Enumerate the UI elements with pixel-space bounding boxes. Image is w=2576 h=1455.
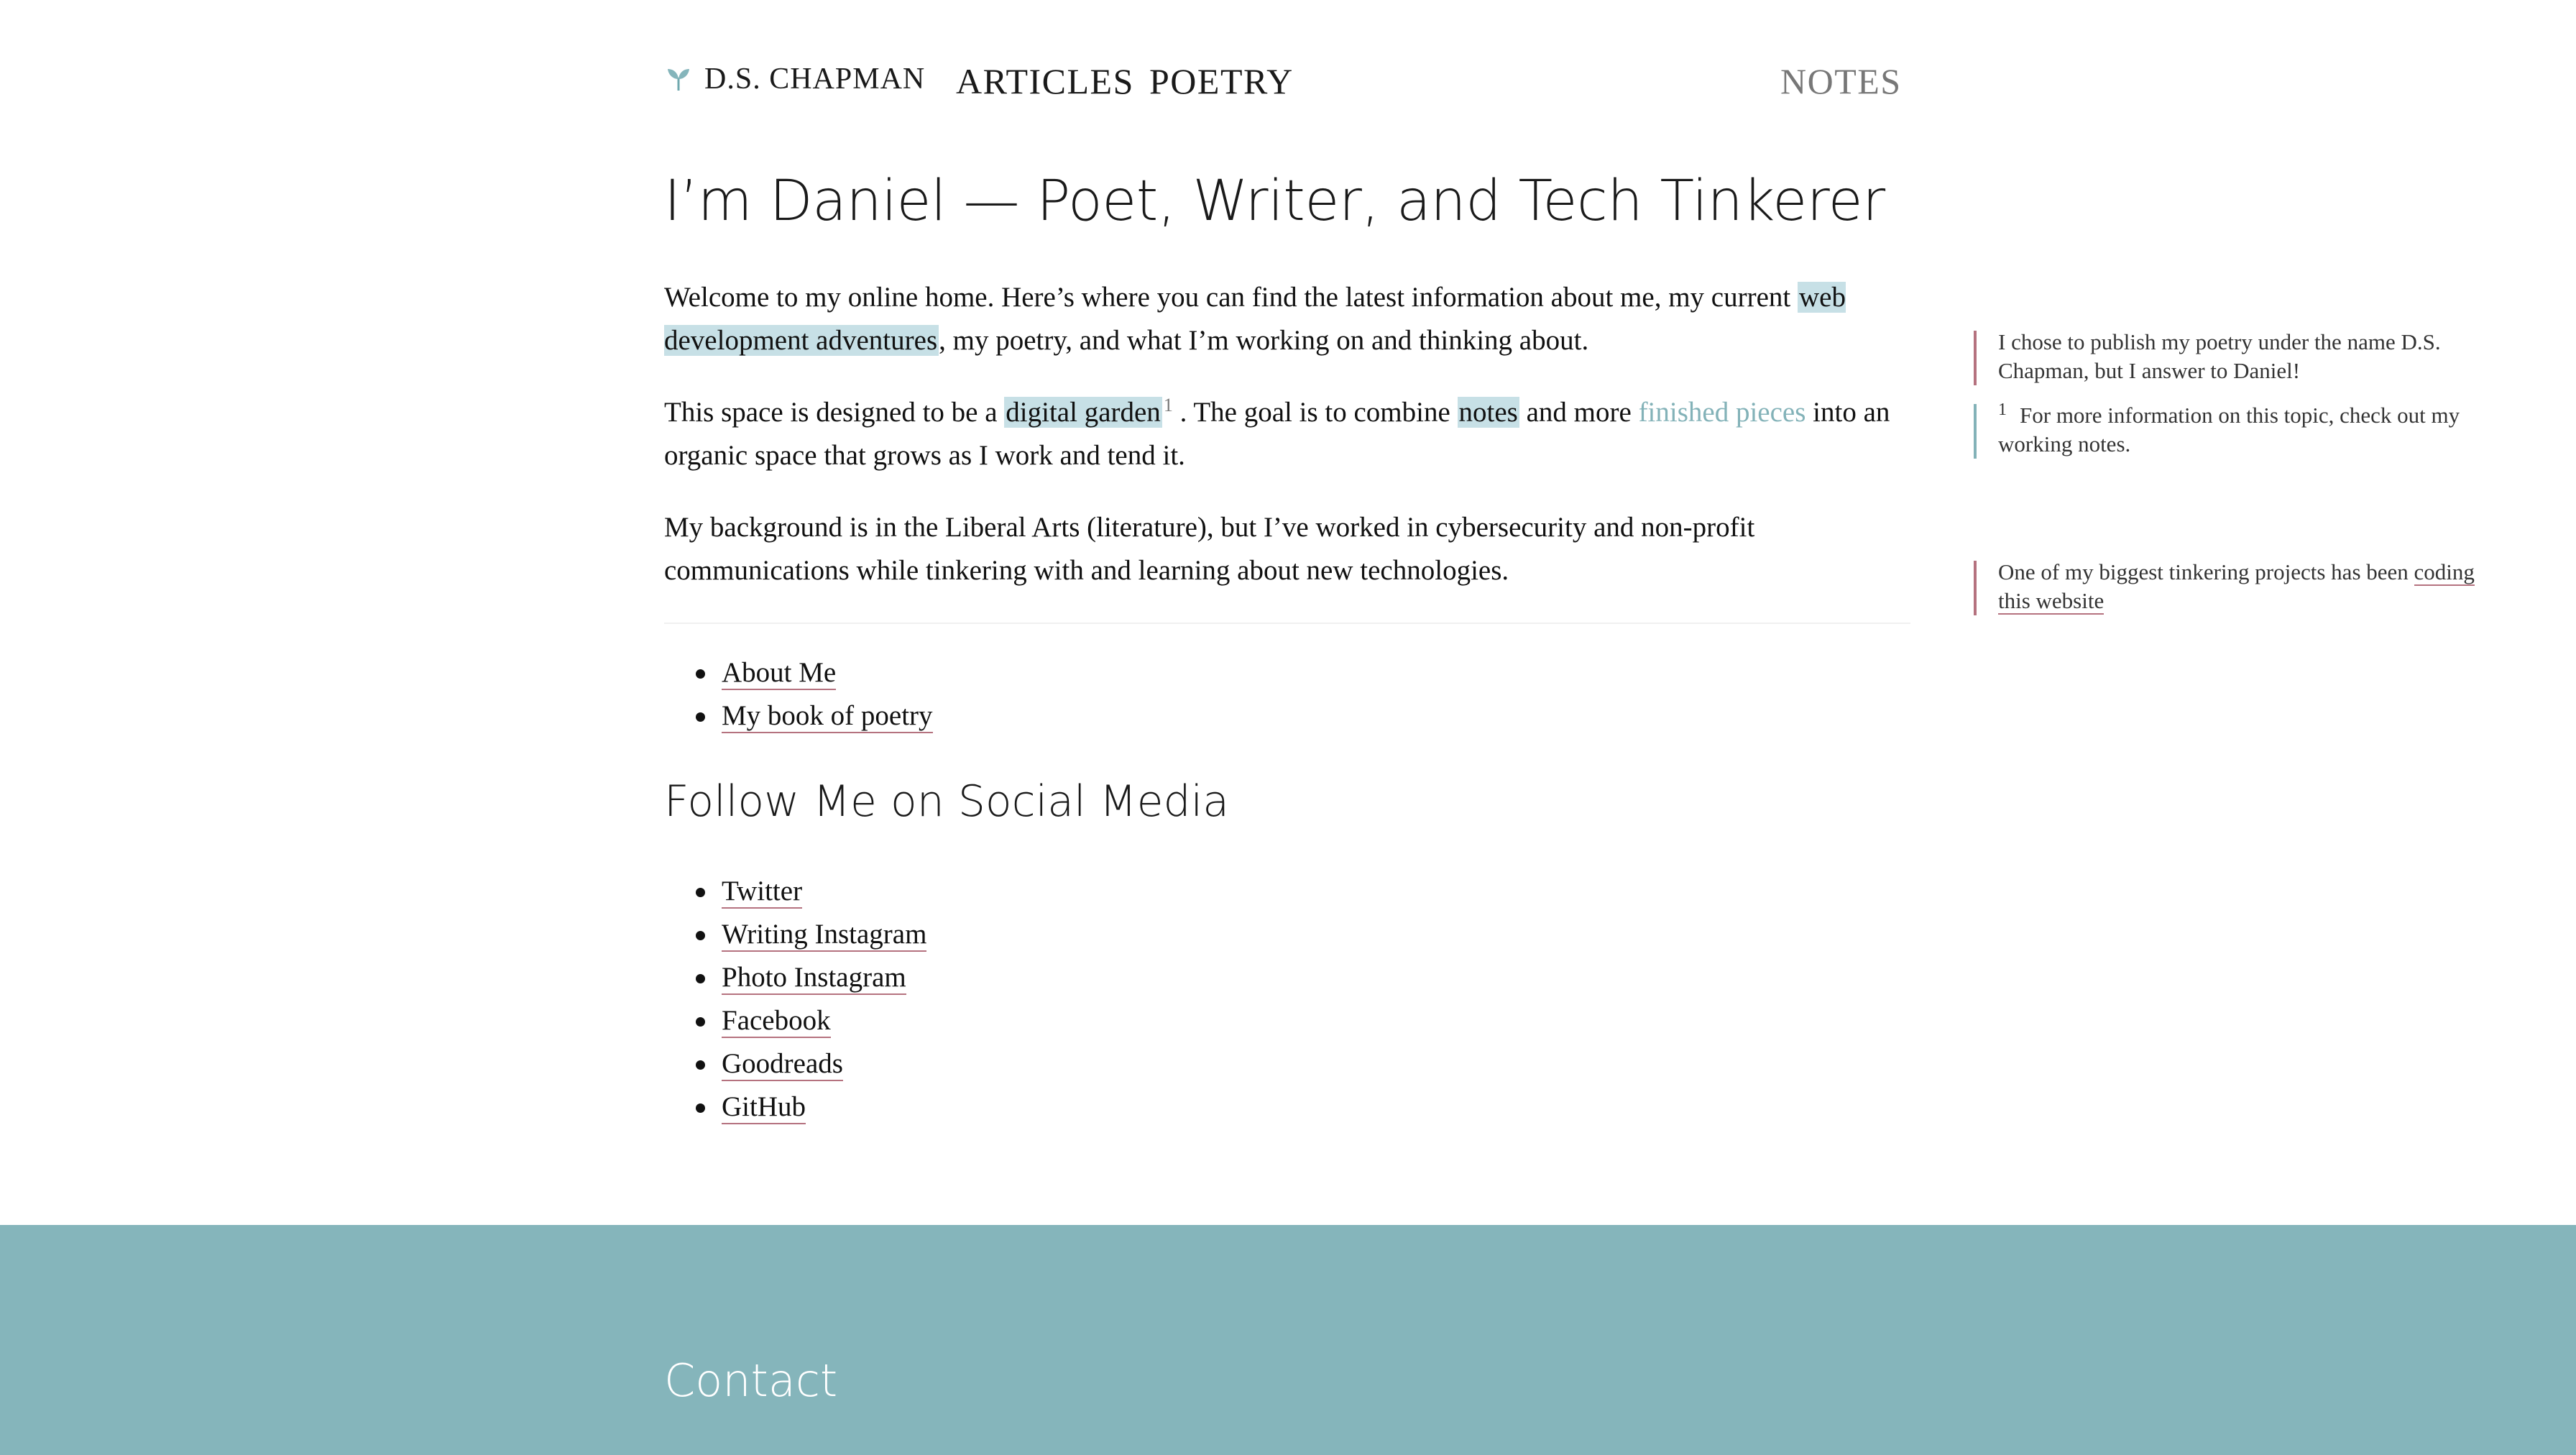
intro-text-a: Welcome to my online home. Here’s where … bbox=[664, 282, 1798, 313]
background-paragraph: My background is in the Liberal Arts (li… bbox=[664, 512, 1755, 586]
page-title: I’m Daniel — Poet, Writer, and Tech Tink… bbox=[664, 169, 1885, 234]
nav-notes[interactable]: NOTES bbox=[1780, 60, 1902, 102]
facebook-link[interactable]: Facebook bbox=[722, 1005, 831, 1038]
goodreads-link[interactable]: Goodreads bbox=[722, 1048, 843, 1081]
site-header: D.S. CHAPMAN ARTICLES POETRY NOTES bbox=[664, 58, 1900, 108]
social-links-list: Twitter Writing Instagram Photo Instagra… bbox=[695, 870, 927, 1129]
nav-articles[interactable]: ARTICLES bbox=[956, 60, 1134, 102]
writing-instagram-link[interactable]: Writing Instagram bbox=[722, 919, 927, 952]
sidenote-tinkering-text: One of my biggest tinkering projects has… bbox=[1998, 559, 2414, 584]
github-link[interactable]: GitHub bbox=[722, 1091, 806, 1124]
notes-link[interactable]: notes bbox=[1457, 397, 1519, 428]
list-item: Goodreads bbox=[695, 1042, 926, 1085]
brand-link[interactable]: D.S. CHAPMAN bbox=[664, 62, 925, 96]
site-footer: Contact bbox=[0, 1225, 2576, 1455]
list-item: Photo Instagram bbox=[695, 956, 926, 999]
list-item: Twitter bbox=[695, 870, 926, 913]
finished-pieces-link[interactable]: finished pieces bbox=[1639, 397, 1806, 428]
sidenote-number: 1 bbox=[1998, 400, 2007, 419]
sidenote-footnote-text: For more information on this topic, chec… bbox=[1998, 403, 2460, 456]
garden-paragraph: This space is designed to be a digital g… bbox=[664, 391, 1929, 477]
about-links-list: About Me My book of poetry bbox=[696, 651, 933, 738]
brand-name: D.S. CHAPMAN bbox=[704, 63, 926, 96]
digital-garden-link[interactable]: digital garden bbox=[1004, 397, 1162, 428]
intro-paragraph: Welcome to my online home. Here’s where … bbox=[664, 276, 1929, 362]
photo-instagram-link[interactable]: Photo Instagram bbox=[722, 962, 906, 995]
social-heading: Follow Me on Social Media bbox=[664, 776, 1230, 827]
contact-heading: Contact bbox=[664, 1354, 838, 1407]
nav-poetry[interactable]: POETRY bbox=[1149, 60, 1294, 102]
list-item: GitHub bbox=[695, 1085, 926, 1129]
footnote-marker[interactable]: 1 bbox=[1164, 395, 1173, 416]
garden-text-c: and more bbox=[1519, 397, 1639, 428]
list-item: Writing Instagram bbox=[695, 913, 927, 956]
list-item: About Me bbox=[696, 651, 933, 694]
divider bbox=[664, 623, 1910, 624]
sidenote-tinkering: One of my biggest tinkering projects has… bbox=[1974, 558, 2484, 615]
list-item: Facebook bbox=[695, 999, 926, 1042]
sprout-icon bbox=[668, 69, 689, 91]
garden-text-b: . The goal is to combine bbox=[1172, 397, 1458, 428]
sidenote-name: I chose to publish my poetry under the n… bbox=[1974, 328, 2484, 385]
intro-text-b: , my poetry, and what I’m working on and… bbox=[939, 325, 1589, 356]
poetry-book-link[interactable]: My book of poetry bbox=[722, 700, 933, 733]
twitter-link[interactable]: Twitter bbox=[722, 876, 803, 909]
about-me-link[interactable]: About Me bbox=[722, 657, 837, 690]
sidenote-footnote-1: 1 For more information on this topic, che… bbox=[1974, 401, 2484, 459]
garden-text-a: This space is designed to be a bbox=[664, 397, 1005, 428]
list-item: My book of poetry bbox=[696, 694, 933, 738]
